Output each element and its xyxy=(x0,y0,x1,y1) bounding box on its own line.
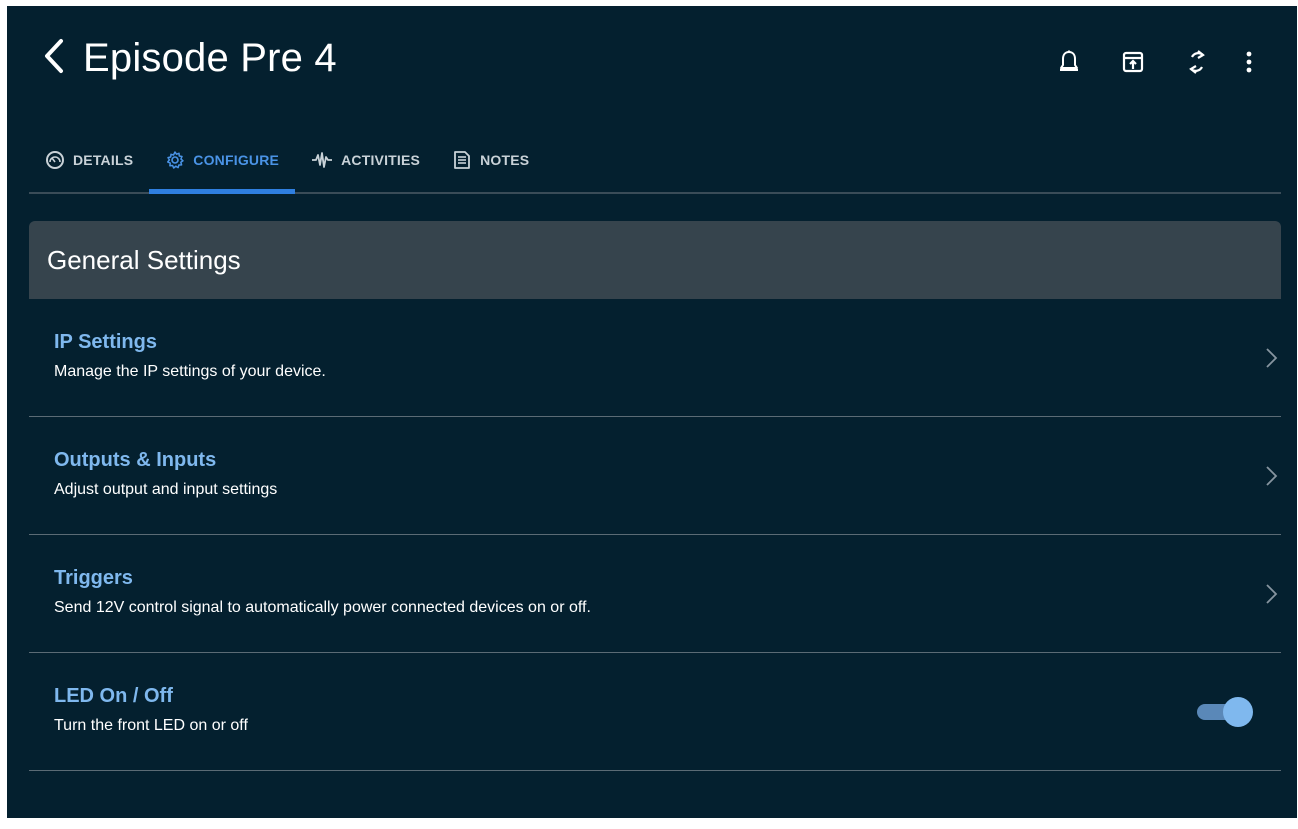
chevron-right-icon xyxy=(1266,348,1278,368)
pulse-icon xyxy=(311,151,333,169)
sync-icon xyxy=(1189,50,1205,74)
chevron-left-icon xyxy=(45,39,63,73)
section-title: General Settings xyxy=(47,244,241,275)
refresh-button[interactable] xyxy=(1165,46,1229,78)
upload-box-icon xyxy=(1122,51,1144,73)
tab-activities[interactable]: ACTIVITIES xyxy=(295,128,436,192)
header-actions xyxy=(1037,46,1269,78)
document-icon xyxy=(452,150,472,170)
tab-details[interactable]: DETAILS xyxy=(29,128,149,192)
toggle-thumb xyxy=(1223,697,1253,727)
tab-bar: DETAILS CONFIGURE ACTIVITIES NOTES xyxy=(29,128,1281,194)
section-header: General Settings xyxy=(29,221,1281,299)
settings-item-description: Adjust output and input settings xyxy=(54,481,278,498)
tab-notes[interactable]: NOTES xyxy=(436,128,545,192)
notifications-button[interactable] xyxy=(1037,46,1101,78)
led-toggle[interactable] xyxy=(1197,697,1253,727)
page-title: Episode Pre 4 xyxy=(83,36,337,80)
settings-item-description: Manage the IP settings of your device. xyxy=(54,363,326,380)
settings-item-title: Outputs & Inputs xyxy=(54,449,217,471)
settings-item-ip-settings[interactable]: IP Settings Manage the IP settings of yo… xyxy=(29,299,1281,417)
chevron-right-icon xyxy=(1266,584,1278,604)
gear-icon xyxy=(165,150,185,170)
settings-item-description: Send 12V control signal to automatically… xyxy=(54,599,591,616)
tab-configure[interactable]: CONFIGURE xyxy=(149,128,295,194)
settings-item-led: LED On / Off Turn the front LED on or of… xyxy=(29,653,1281,771)
settings-item-outputs-inputs[interactable]: Outputs & Inputs Adjust output and input… xyxy=(29,417,1281,535)
bell-icon xyxy=(1060,50,1078,71)
gauge-icon xyxy=(45,150,65,170)
tab-activities-label: ACTIVITIES xyxy=(341,152,421,168)
app-window: Episode Pre 4 DETAILS CONFIGURE ACTIVITI… xyxy=(7,6,1297,818)
export-button[interactable] xyxy=(1101,46,1165,78)
settings-item-title: IP Settings xyxy=(54,331,157,353)
settings-item-description: Turn the front LED on or off xyxy=(54,717,248,734)
tab-configure-label: CONFIGURE xyxy=(193,152,280,168)
settings-item-title: Triggers xyxy=(54,567,133,589)
settings-item-triggers[interactable]: Triggers Send 12V control signal to auto… xyxy=(29,535,1281,653)
kebab-icon xyxy=(1246,51,1252,73)
tab-notes-label: NOTES xyxy=(480,152,530,168)
settings-item-title: LED On / Off xyxy=(54,685,173,707)
back-button[interactable] xyxy=(39,36,69,76)
tab-details-label: DETAILS xyxy=(73,152,134,168)
settings-list: IP Settings Manage the IP settings of yo… xyxy=(29,299,1281,771)
chevron-right-icon xyxy=(1266,466,1278,486)
header: Episode Pre 4 xyxy=(7,6,1297,116)
more-button[interactable] xyxy=(1229,46,1269,78)
